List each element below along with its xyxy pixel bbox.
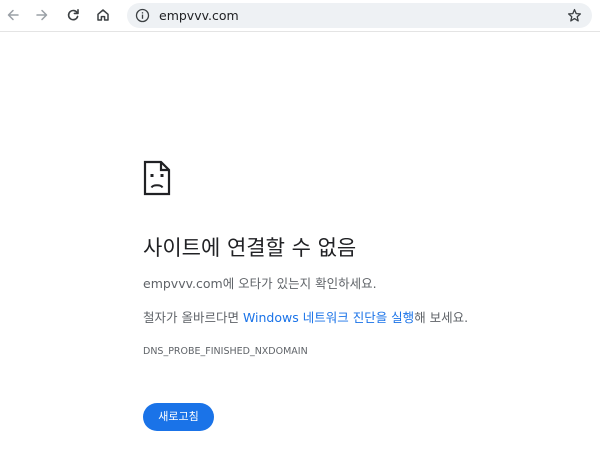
check-prefix: 철자가 올바르다면 [143,310,243,325]
reload-button[interactable]: 새로고침 [143,403,214,431]
network-diagnostics-link[interactable]: Windows 네트워크 진단을 실행 [243,310,414,325]
forward-button[interactable] [30,3,54,27]
back-arrow-icon [6,8,20,22]
error-title: 사이트에 연결할 수 없음 [143,236,357,260]
forward-arrow-icon [35,8,49,22]
typo-suffix: 에 오타가 있는지 확인하세요. [222,276,377,291]
url-text[interactable]: empvvv.com [159,8,239,23]
reload-toolbar-button[interactable] [61,3,85,27]
sad-page-icon [143,160,171,200]
address-bar[interactable]: empvvv.com [127,3,592,28]
home-button[interactable] [91,3,115,27]
diagnostics-hint: 철자가 올바르다면 Windows 네트워크 진단을 실행해 보세요. [143,310,468,326]
bookmark-star-icon[interactable] [566,7,583,24]
site-info-icon[interactable] [134,7,151,24]
home-icon [96,8,110,22]
typo-hint: empvvv.com에 오타가 있는지 확인하세요. [143,276,377,292]
reload-icon [66,8,80,22]
browser-toolbar: empvvv.com [0,0,600,32]
check-suffix: 해 보세요. [414,310,469,325]
back-button[interactable] [1,3,25,27]
typo-domain: empvvv.com [143,276,223,291]
error-code: DNS_PROBE_FINISHED_NXDOMAIN [143,346,308,357]
